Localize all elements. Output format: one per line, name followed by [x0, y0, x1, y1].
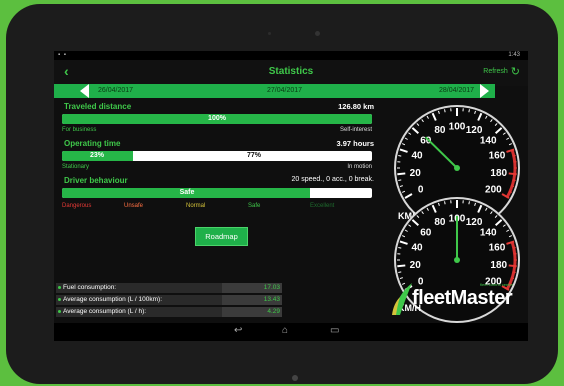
- back-icon[interactable]: ↩: [234, 325, 242, 336]
- logo-tagline: fleet control center: [480, 282, 513, 287]
- fuel-consumption-value: 17.03: [222, 283, 282, 293]
- distance-value: 126.80 km: [338, 102, 374, 111]
- avg-consumption-h-row: Average consumption (L / h): 4.29: [56, 307, 282, 317]
- logo-text: fleetMaster: [412, 287, 513, 309]
- date-current: 27/04/2017: [267, 87, 303, 94]
- gauge-minor-tick: [512, 247, 516, 249]
- category-dangerous: Dangerous: [62, 203, 92, 209]
- gauge-major-tick: [397, 172, 406, 176]
- gauge-major-tick: [508, 172, 517, 176]
- stationary-percent: 23%: [90, 152, 105, 159]
- category-excellent: Excellent: [310, 203, 335, 209]
- roadmap-button[interactable]: Roadmap: [195, 227, 248, 246]
- gauge-minor-tick: [398, 271, 402, 273]
- gauge-tick-label: 80: [434, 125, 446, 136]
- date-previous[interactable]: 26/04/2017: [98, 87, 133, 94]
- gauge-tick-label: 160: [489, 151, 506, 162]
- refresh-button[interactable]: Refresh ↻: [483, 65, 520, 78]
- system-nav-bar: ↩ ⌂ ▭: [54, 323, 528, 341]
- logo-leaf-icon: [392, 283, 412, 315]
- gauge-minor-tick: [398, 179, 402, 181]
- category-unsafe: Unsafe: [124, 203, 144, 209]
- category-safe: Safe: [248, 203, 261, 209]
- distance-label: Traveled distance: [64, 102, 132, 111]
- date-selector: 26/04/2017 27/04/2017 28/04/2017: [54, 84, 495, 98]
- gauge-minor-tick: [468, 201, 470, 205]
- screen: ▪ ▪ 1:43 ‹ Statistics Refresh ↻ 26/04/20…: [54, 51, 528, 341]
- behaviour-label: Driver behaviour: [64, 176, 128, 185]
- refresh-label: Refresh: [483, 68, 508, 75]
- distance-bar: 100%: [62, 114, 372, 124]
- status-bar: ▪ ▪ 1:43: [54, 51, 528, 60]
- gauge-minor-tick: [512, 271, 516, 273]
- notification-icons: ▪ ▪: [58, 52, 67, 58]
- fleetmaster-logo: fleetMaster fleet control center: [390, 281, 520, 317]
- operating-label: Operating time: [64, 139, 121, 148]
- avg-consumption-h-label: Average consumption (L / h):: [63, 308, 147, 315]
- fuel-consumption-row: Fuel consumption: 17.03: [56, 283, 282, 293]
- operating-bar: 23% 77%: [62, 151, 372, 161]
- distance-right-caption: Self-interest: [339, 127, 372, 133]
- motion-percent: 77%: [247, 152, 262, 159]
- gauge-tick-label: 160: [489, 243, 506, 254]
- gauge-tick-label: 100: [449, 122, 466, 133]
- home-sensor: [292, 375, 298, 381]
- distance-bar-text: 100%: [208, 115, 226, 122]
- gauge-major-tick: [397, 264, 406, 268]
- operating-value: 3.97 hours: [336, 139, 374, 148]
- gauge-minor-tick: [398, 155, 402, 157]
- gauge-tick-label: 20: [410, 168, 422, 179]
- bullet-icon: [58, 298, 61, 301]
- gauge-minor-tick: [444, 201, 446, 205]
- avg-consumption-km-value: 13.43: [222, 295, 282, 305]
- recents-icon[interactable]: ▭: [330, 325, 339, 336]
- gauge-tick-label: 40: [411, 151, 423, 162]
- operating-left-caption: Stationary: [62, 164, 90, 170]
- gauge-minor-tick: [468, 109, 470, 113]
- previous-date-arrow-icon[interactable]: [80, 84, 89, 98]
- gauge-minor-tick: [398, 247, 402, 249]
- home-icon[interactable]: ⌂: [282, 325, 288, 336]
- gauge-hub: [454, 165, 460, 171]
- speaker: [268, 32, 271, 35]
- gauge-minor-tick: [512, 179, 516, 181]
- gauge-hub: [454, 257, 460, 263]
- gauge-tick-label: 60: [420, 227, 432, 238]
- avg-consumption-h-value: 4.29: [222, 307, 282, 317]
- distance-left-caption: For business: [62, 127, 97, 133]
- avg-consumption-km-label: Average consumption (L / 100km):: [63, 296, 162, 303]
- gauge-minor-tick: [512, 155, 516, 157]
- gauge-tick-label: 140: [480, 227, 497, 238]
- gauge-tick-label: 40: [411, 243, 423, 254]
- gauge-tick-label: 180: [490, 260, 507, 271]
- bullet-icon: [58, 310, 61, 313]
- refresh-icon: ↻: [510, 66, 520, 78]
- behaviour-events: 20 speed., 0 acc., 0 break.: [291, 176, 375, 183]
- gauge-tick-label: 180: [490, 168, 507, 179]
- avg-consumption-km-row: Average consumption (L / 100km): 13.43: [56, 295, 282, 305]
- category-normal: Normal: [186, 203, 206, 209]
- behaviour-bar: Safe: [62, 188, 372, 198]
- bullet-icon: [58, 286, 61, 289]
- operating-right-caption: In motion: [347, 164, 372, 170]
- app-bar: ‹ Statistics Refresh ↻: [54, 60, 528, 86]
- gauge-tick-label: 140: [480, 135, 497, 146]
- next-date-arrow-icon[interactable]: [480, 84, 489, 98]
- camera: [315, 31, 320, 36]
- page-title: Statistics: [268, 66, 314, 77]
- gauge-tick-label: 20: [410, 260, 422, 271]
- gauge-minor-tick: [444, 109, 446, 113]
- gauge-tick-label: 80: [434, 217, 446, 228]
- date-next[interactable]: 28/04/2017: [439, 87, 474, 94]
- fuel-consumption-label: Fuel consumption:: [63, 284, 117, 291]
- gauge-major-tick: [508, 264, 517, 268]
- behaviour-bar-text: Safe: [179, 189, 195, 196]
- status-time: 1:43: [508, 52, 520, 58]
